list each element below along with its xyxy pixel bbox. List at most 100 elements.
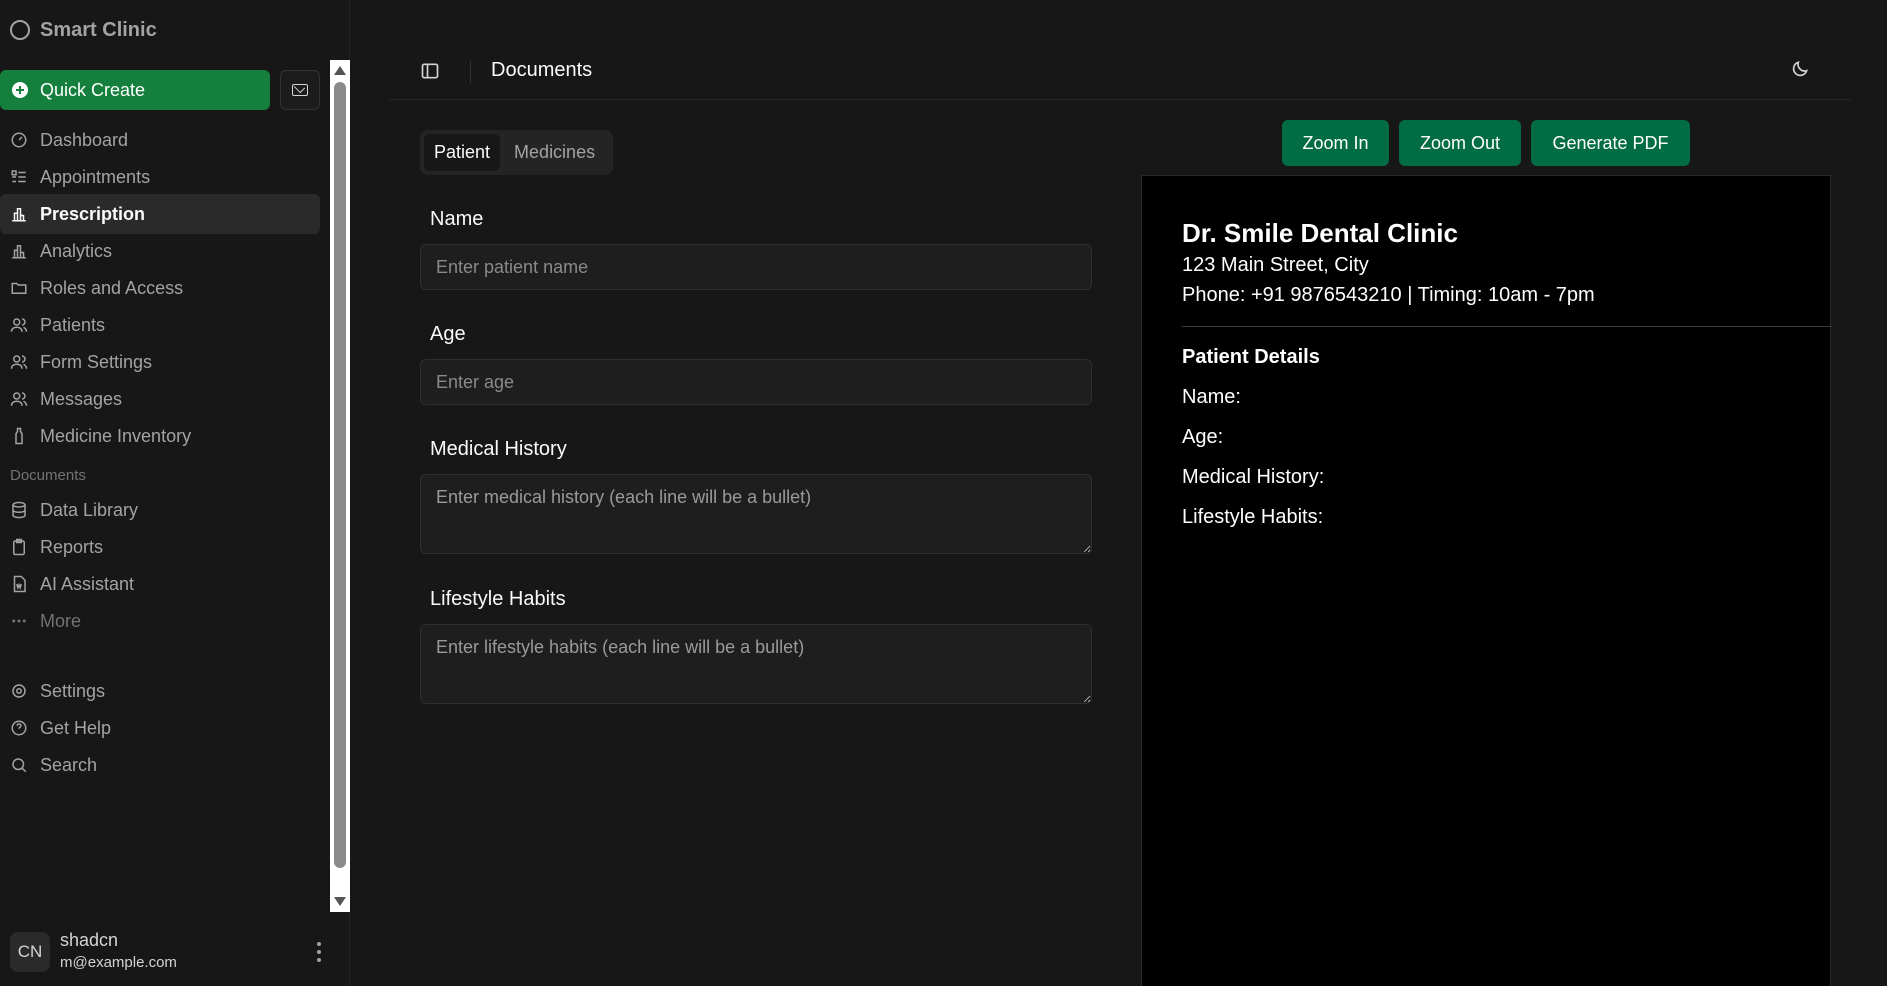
sidebar-item-form-settings[interactable]: Form Settings [0,342,320,382]
avatar: CN [10,932,50,972]
tab-medicines[interactable]: Medicines [504,134,605,171]
sidebar: Smart Clinic Quick Create Dashboard Appo… [0,0,350,986]
clinic-phone-timing: Phone: +91 9876543210 | Timing: 10am - 7… [1182,284,1595,306]
bar-chart-icon [10,205,28,223]
clinic-address: 123 Main Street, City [1182,254,1369,276]
header-divider [470,61,471,83]
clipboard-icon [10,538,28,556]
sidebar-item-appointments[interactable]: Appointments [0,157,320,197]
sidebar-item-more[interactable]: More [0,601,320,641]
medical-history-textarea[interactable] [420,474,1092,554]
sidebar-item-label: Form Settings [40,351,153,372]
moon-icon [1792,61,1808,77]
sidebar-item-label: Medicine Inventory [40,425,192,446]
users-icon [10,353,28,371]
scrollbar-thumb[interactable] [334,82,346,868]
document-preview: Dr. Smile Dental Clinic 123 Main Street,… [1141,175,1832,986]
preview-age-row: Age: [1182,426,1224,448]
brand[interactable]: Smart Clinic [10,18,157,42]
plus-circle-icon [12,82,28,98]
sidebar-item-label: Analytics [40,240,113,261]
kebab-menu-icon[interactable] [316,942,322,962]
user-profile[interactable]: CN shadcn m@example.com [0,928,350,976]
age-label: Age [430,323,466,345]
generate-pdf-button[interactable]: Generate PDF [1531,120,1690,166]
sidebar-item-label: Reports [40,536,104,557]
zoom-in-button[interactable]: Zoom In [1282,120,1389,166]
sidebar-item-reports[interactable]: Reports [0,527,320,567]
sidebar-item-medicine-inventory[interactable]: Medicine Inventory [0,416,320,456]
tab-patient[interactable]: Patient [424,134,501,171]
sidebar-item-label: Dashboard [40,129,129,150]
preview-name-row: Name: [1182,386,1241,408]
quick-create-button[interactable]: Quick Create [0,70,270,110]
scroll-up-arrow-icon[interactable] [334,66,346,75]
dots-icon [10,612,28,630]
users-icon [10,390,28,408]
user-name: shadcn [60,930,119,950]
sidebar-item-label: Search [40,754,98,775]
brand-name: Smart Clinic [40,18,157,41]
bottle-icon [10,427,28,445]
users-icon [10,316,28,334]
sidebar-item-get-help[interactable]: Get Help [0,708,320,748]
sidebar-item-label: Data Library [40,499,139,520]
age-input[interactable] [420,359,1092,405]
theme-toggle-button[interactable] [1790,59,1814,83]
sidebar-item-prescription[interactable]: Prescription [0,194,320,234]
section-label-documents: Documents [10,467,86,484]
quick-create-row: Quick Create [0,70,330,110]
page-title: Documents [491,59,593,81]
sidebar-item-label: Settings [40,680,106,701]
patient-details-title: Patient Details [1182,346,1320,368]
scroll-down-arrow-icon[interactable] [334,897,346,906]
sidebar-item-roles-and-access[interactable]: Roles and Access [0,268,320,308]
lifestyle-habits-textarea[interactable] [420,624,1092,704]
sidebar-item-patients[interactable]: Patients [0,305,320,345]
sidebar-item-messages[interactable]: Messages [0,379,320,419]
sidebar-item-dashboard[interactable]: Dashboard [0,120,320,160]
medical-history-label: Medical History [430,438,567,460]
sidebar-item-label: Messages [40,388,123,409]
sidebar-item-label: Get Help [40,717,112,738]
preview-divider [1182,326,1832,327]
name-input[interactable] [420,244,1092,290]
folder-icon [10,279,28,297]
sidebar-item-ai-assistant[interactable]: AI Assistant [0,564,320,604]
inbox-button[interactable] [280,70,320,110]
name-label: Name [430,208,484,230]
quick-create-label: Quick Create [40,79,146,100]
search-icon [10,756,28,774]
clinic-name: Dr. Smile Dental Clinic [1182,218,1458,248]
panel-left-icon [421,63,439,79]
preview-lifestyle-habits-row: Lifestyle Habits: [1182,506,1324,528]
bar-chart-icon [10,242,28,260]
sidebar-item-data-library[interactable]: Data Library [0,490,320,530]
sidebar-item-label: Roles and Access [40,277,184,298]
gear-icon [10,682,28,700]
sidebar-item-label: Patients [40,314,106,335]
gauge-icon [10,131,28,149]
zoom-out-button[interactable]: Zoom Out [1399,120,1521,166]
form-tabs: Patient Medicines [420,130,613,175]
mail-icon [292,84,308,96]
lifestyle-habits-label: Lifestyle Habits [430,588,566,610]
list-icon [10,168,28,186]
logo-icon [10,20,30,40]
sidebar-item-label: Appointments [40,166,151,187]
sidebar-item-search[interactable]: Search [0,745,320,785]
user-email: m@example.com [60,954,177,971]
sidebar-toggle-button[interactable] [420,61,444,85]
help-icon [10,719,28,737]
sidebar-scrollbar[interactable] [330,60,350,912]
sidebar-item-settings[interactable]: Settings [0,671,320,711]
sidebar-item-label: Prescription [40,203,146,224]
database-icon [10,501,28,519]
file-word-icon [10,575,28,593]
header: Documents [390,45,1850,100]
sidebar-item-label: AI Assistant [40,573,135,594]
sidebar-item-analytics[interactable]: Analytics [0,231,320,271]
sidebar-scroll-area: Quick Create Dashboard Appointments Pres… [0,60,330,912]
sidebar-item-label: More [40,610,82,631]
preview-medical-history-row: Medical History: [1182,466,1325,488]
